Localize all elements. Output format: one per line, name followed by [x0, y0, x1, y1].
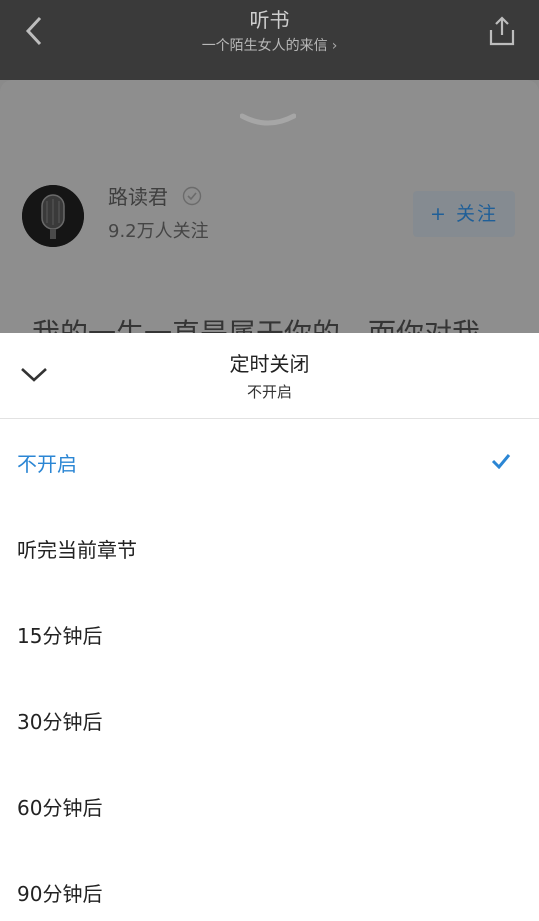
- option-label: 听完当前章节: [17, 537, 137, 562]
- share-icon: [489, 16, 515, 46]
- chevron-right-icon: ›: [331, 38, 338, 54]
- option-label: 15分钟后: [17, 623, 103, 648]
- timer-option-60min[interactable]: 60分钟后: [0, 763, 539, 849]
- book-title-link[interactable]: 一个陌生女人的来信 ›: [0, 37, 539, 55]
- option-label: 不开启: [17, 451, 77, 476]
- option-label: 30分钟后: [17, 709, 103, 734]
- card-handle[interactable]: [239, 112, 297, 130]
- sheet-header: 定时关闭 不开启: [0, 333, 539, 419]
- screen: 听书 一个陌生女人的来信 › 路读君 9.2万人关注 + 关注 定时关闭 不开启…: [0, 0, 539, 921]
- timer-option-end-of-chapter[interactable]: 听完当前章节: [0, 505, 539, 591]
- page-title: 听书: [249, 8, 290, 32]
- author-name[interactable]: 路读君: [108, 184, 168, 210]
- follower-count: 9.2万人关注: [108, 221, 209, 242]
- timer-option-90min[interactable]: 90分钟后: [0, 849, 539, 921]
- chevron-down-icon: [239, 113, 297, 126]
- top-bar: 听书 一个陌生女人的来信 ›: [0, 0, 539, 80]
- timer-option-15min[interactable]: 15分钟后: [0, 591, 539, 677]
- timer-option-30min[interactable]: 30分钟后: [0, 677, 539, 763]
- current-timer-value: 不开启: [246, 383, 292, 401]
- sheet-title: 定时关闭: [229, 352, 310, 376]
- sleep-timer-sheet: 定时关闭 不开启 不开启 听完当前章节 15分钟后 30分钟后 60分钟后 90…: [0, 333, 539, 921]
- option-label: 60分钟后: [17, 795, 103, 820]
- timer-option-off[interactable]: 不开启: [0, 419, 539, 505]
- author-avatar[interactable]: [22, 185, 84, 247]
- microphone-icon: [22, 185, 84, 247]
- option-label: 90分钟后: [17, 881, 103, 906]
- verified-icon: [182, 186, 202, 206]
- book-title: 一个陌生女人的来信: [201, 38, 328, 54]
- checkmark-icon: [491, 454, 511, 469]
- follow-button[interactable]: + 关注: [413, 191, 515, 237]
- share-button[interactable]: [485, 14, 519, 48]
